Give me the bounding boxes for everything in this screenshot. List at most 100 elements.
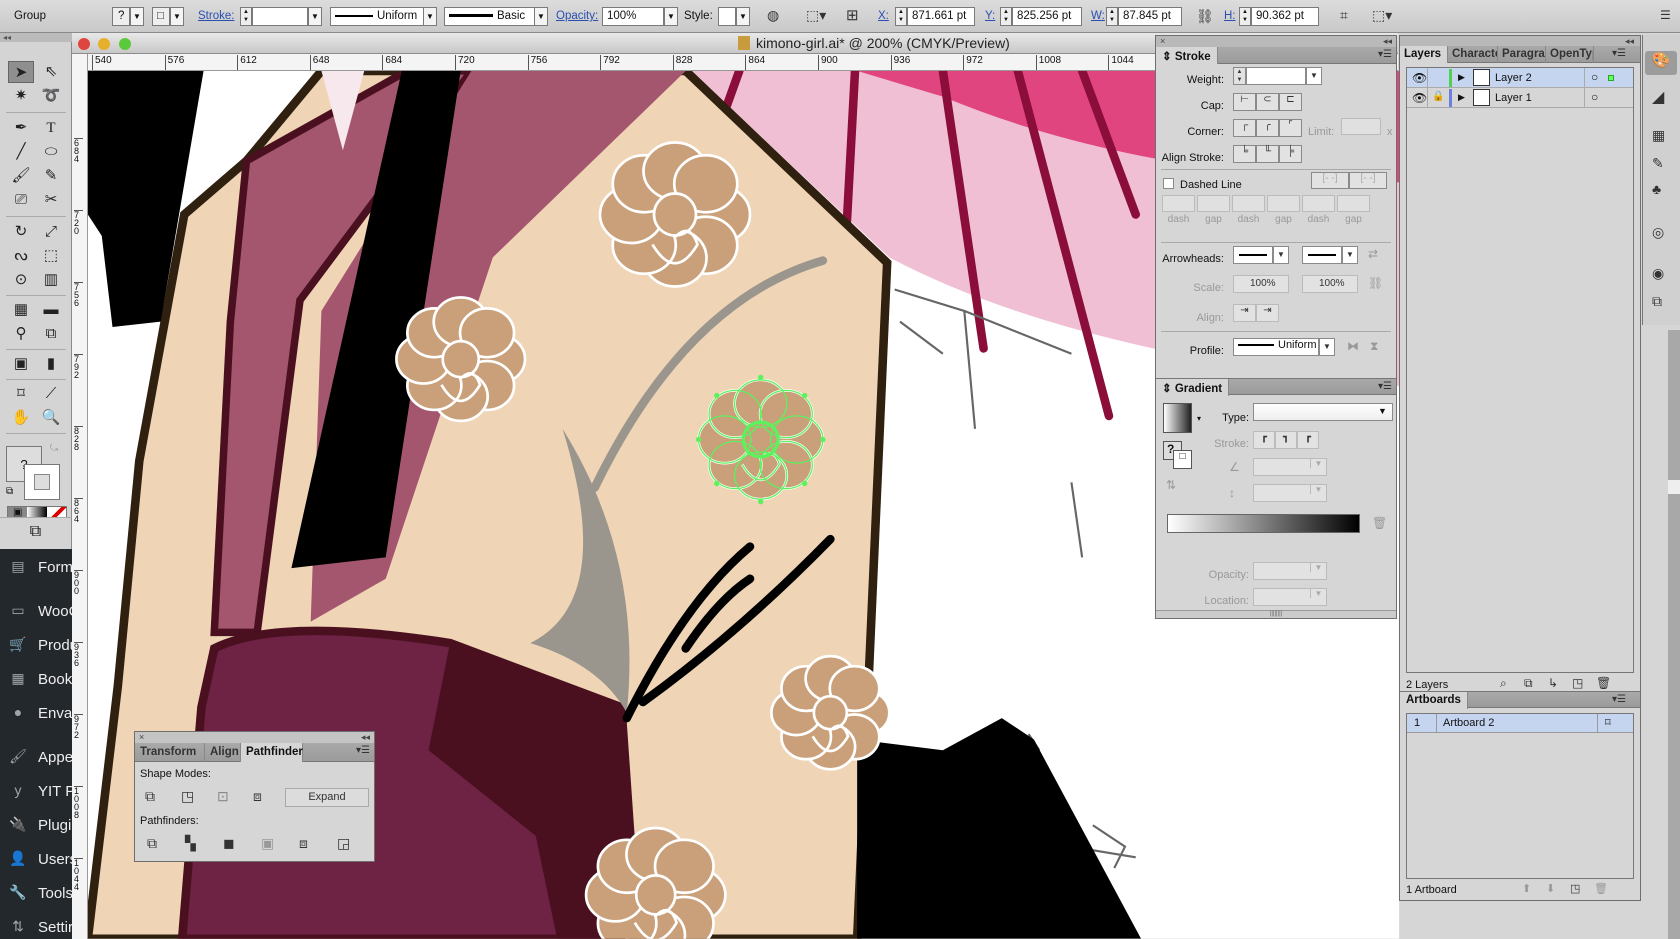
reference-point-icon[interactable]: ⊞ — [846, 6, 859, 24]
start-scale-input[interactable]: 100% — [1233, 275, 1289, 293]
stroke-panel-menu-icon[interactable]: ▾☰ — [1378, 49, 1392, 60]
appearance-icon[interactable]: ◉ — [1652, 265, 1664, 282]
stroke-swatch[interactable]: □ — [152, 7, 170, 26]
stroke-swatch-toolbox[interactable] — [24, 464, 60, 500]
start-arrowhead-select[interactable] — [1233, 246, 1273, 264]
paintbrush-tool-icon[interactable]: 🖌 — [8, 165, 34, 187]
arrow-place-button[interactable]: ⇥ — [1256, 304, 1279, 322]
vertical-scrollbar[interactable] — [1668, 330, 1680, 939]
arrow-extend-button[interactable]: ⇥ — [1233, 304, 1256, 322]
y-stepper[interactable]: ▲ ▼ — [1000, 7, 1012, 26]
transform-options-icon[interactable]: ⬚▾ — [1372, 7, 1392, 24]
gradient-swatch-dropdown-icon[interactable]: ▾ — [1197, 414, 1201, 423]
crop-icon[interactable]: ▣ — [261, 835, 274, 852]
gradient-swatch[interactable] — [1163, 403, 1192, 433]
profile-select[interactable]: Uniform — [1233, 338, 1319, 356]
artboard-tool-icon[interactable]: ⌑ — [8, 383, 34, 405]
style-dropdown[interactable]: ▼ — [736, 7, 750, 26]
weight-input[interactable] — [1246, 67, 1306, 85]
minus-back-icon[interactable]: ◲ — [337, 835, 350, 852]
eyedropper-tool-icon[interactable]: ⚲ — [8, 323, 34, 345]
profile-dropdown[interactable]: ▼ — [423, 7, 437, 26]
expand-triangle-icon[interactable]: ▶ — [1458, 92, 1465, 103]
align-dash-button[interactable]: [- -] — [1349, 172, 1387, 189]
dashed-line-checkbox[interactable] — [1163, 178, 1174, 189]
end-scale-input[interactable]: 100% — [1302, 275, 1358, 293]
gradient-slider[interactable] — [1167, 514, 1360, 533]
tab-pathfinder[interactable]: Pathfinder — [241, 743, 303, 762]
intersect-icon[interactable]: ⊡ — [217, 788, 229, 805]
tab-transform[interactable]: Transform — [135, 743, 205, 762]
w-input[interactable]: 87.845 pt — [1118, 7, 1182, 26]
stroke-color-dropdown[interactable]: ▼ — [170, 7, 184, 26]
slice-tool-icon[interactable]: ⟋ — [38, 383, 64, 405]
wp-menu-item[interactable]: ▦ Book — [0, 665, 72, 695]
close-window-button[interactable] — [78, 38, 90, 50]
zoom-tool-icon[interactable]: 🔍 — [38, 407, 64, 429]
wp-menu-item[interactable]: ⇅ Settir — [0, 913, 72, 939]
recolor-artwork-icon[interactable]: ◍ — [767, 7, 779, 24]
blend-tool-icon[interactable]: ⧉ — [38, 323, 64, 345]
type-tool-icon[interactable]: T — [38, 117, 64, 139]
end-arrowhead-dropdown[interactable]: ▼ — [1342, 246, 1358, 264]
graph-tool-icon[interactable]: ▮ — [38, 353, 64, 375]
align-inside-button[interactable]: ╙ — [1256, 145, 1279, 163]
artboard-row[interactable]: 1 Artboard 2 ⌑ — [1407, 714, 1633, 733]
selection-tool-icon[interactable]: ➤ — [8, 61, 34, 83]
selection-indicator[interactable] — [1608, 75, 1614, 81]
opacity-input[interactable]: 100% — [602, 7, 664, 26]
link-scale-icon[interactable]: ⛓ — [1368, 276, 1383, 290]
delete-stop-icon[interactable]: 🗑 — [1372, 516, 1387, 530]
x-input[interactable]: 871.661 pt — [907, 7, 975, 26]
opacity-dropdown[interactable]: ▼ — [664, 7, 678, 26]
locate-object-icon[interactable]: ⌕ — [1500, 676, 1507, 691]
align-outside-button[interactable]: ╞ — [1279, 145, 1302, 163]
gradient-opacity-input[interactable]: ▼ — [1253, 562, 1327, 580]
graphic-styles-icon[interactable]: ⧉ — [1652, 293, 1662, 310]
pen-tool-icon[interactable]: ✒ — [8, 117, 34, 139]
screen-mode-icon[interactable]: ⧉ — [0, 517, 72, 549]
flower[interactable] — [770, 654, 891, 771]
scissors-tool-icon[interactable]: ✂ — [38, 189, 64, 211]
round-cap-button[interactable]: ⊂ — [1256, 93, 1279, 111]
fill-dropdown[interactable]: ▼ — [130, 7, 144, 26]
tab-stroke[interactable]: ⇕ Stroke — [1156, 47, 1218, 64]
lasso-tool-icon[interactable]: ➰ — [38, 85, 64, 107]
panel-resize-grip[interactable]: |||||||| — [1156, 610, 1396, 618]
wp-menu-item[interactable]: 🛒 Produ — [0, 631, 72, 661]
weight-stepper[interactable]: ▲ ▼ — [1233, 67, 1246, 85]
gradient-type-select[interactable] — [1253, 403, 1393, 421]
flower[interactable] — [395, 296, 527, 423]
exclude-icon[interactable]: ⧈ — [253, 788, 262, 805]
pathfinder-close-icon[interactable]: × ◂◂ — [135, 732, 374, 743]
move-up-icon[interactable]: ⬆ — [1522, 882, 1531, 895]
scale-tool-icon[interactable]: ⤢ — [38, 221, 64, 243]
flip-across-icon[interactable]: ⧗ — [1370, 339, 1378, 354]
control-bar-menu-icon[interactable]: ☰ — [1660, 8, 1671, 22]
layer-name[interactable]: Layer 1 — [1495, 92, 1532, 104]
isolate-group-icon[interactable]: ⌗ — [1340, 7, 1348, 24]
tab-characte[interactable]: Characte — [1448, 46, 1498, 63]
gradient-along-stroke-button[interactable]: ┓ — [1275, 431, 1297, 449]
merge-icon[interactable]: ◼ — [223, 835, 235, 852]
align-to-selection-icon[interactable]: ⬚▾ — [806, 7, 826, 24]
perspective-grid-tool-icon[interactable]: ▥ — [38, 269, 64, 291]
color-guide-icon[interactable]: 🎨 — [1645, 51, 1677, 75]
gradient-panel-menu-icon[interactable]: ▾☰ — [1378, 381, 1392, 392]
h-stepper[interactable]: ▲ ▼ — [1239, 7, 1251, 26]
h-label[interactable]: H: — [1224, 10, 1236, 22]
start-arrowhead-dropdown[interactable]: ▼ — [1273, 246, 1289, 264]
line-tool-icon[interactable]: ╱ — [8, 141, 34, 163]
y-label[interactable]: Y: — [985, 10, 995, 22]
minimize-window-button[interactable] — [98, 38, 110, 50]
preserve-dash-button[interactable]: [- -] — [1311, 172, 1349, 189]
wp-menu-item[interactable]: 🔌 Plugi — [0, 811, 72, 841]
shape-builder-tool-icon[interactable]: ⊙ — [8, 269, 34, 291]
target-circle-icon[interactable]: ○ — [1591, 90, 1598, 104]
y-input[interactable]: 825.256 pt — [1012, 7, 1082, 26]
zoom-window-button[interactable] — [119, 38, 131, 50]
warp-tool-icon[interactable]: ᔓ — [8, 245, 34, 267]
gradient-location-input[interactable]: ▼ — [1253, 588, 1327, 606]
gradient-angle-input[interactable]: ▼ — [1253, 458, 1327, 476]
profile-dropdown[interactable]: ▼ — [1319, 338, 1335, 356]
